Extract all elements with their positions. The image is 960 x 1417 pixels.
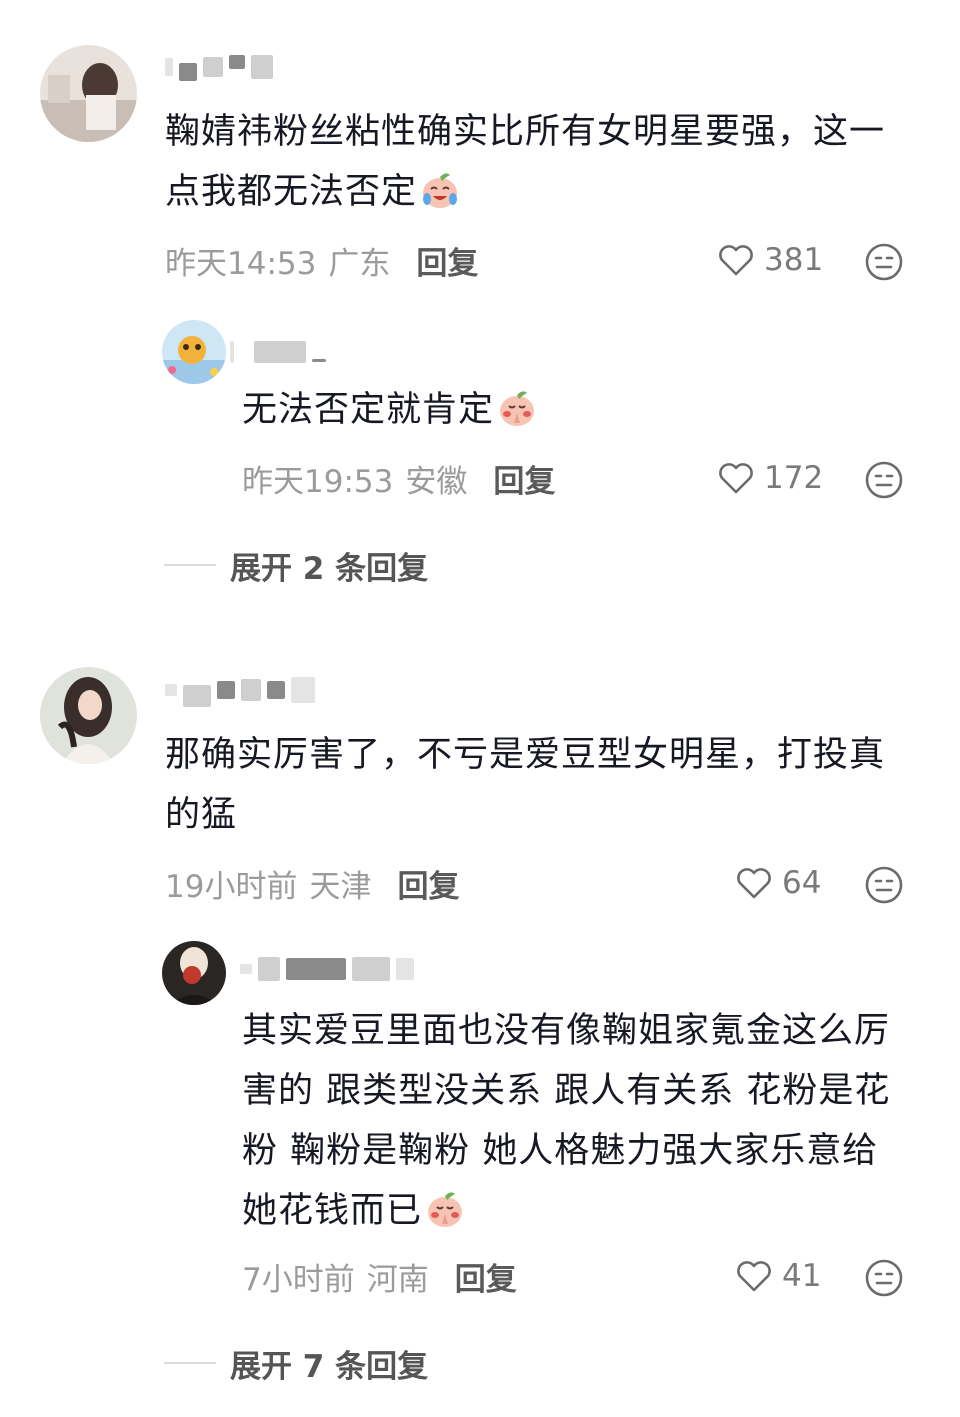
like-button[interactable]: 64 xyxy=(734,863,821,903)
like-button[interactable]: 381 xyxy=(716,240,823,280)
reply-time: 昨天19:53 xyxy=(242,463,394,500)
avatar[interactable] xyxy=(40,667,137,764)
praying-peach-emoji-icon xyxy=(500,391,535,426)
divider-line xyxy=(164,564,216,566)
reply-meta: 7小时前 河南 回复 xyxy=(242,1254,517,1299)
comment-time: 19小时前 xyxy=(165,868,298,905)
reply-text: 其实爱豆里面也没有像鞠姐家氪金这么厉 害的 跟类型没关系 跟人有关系 花粉是花 … xyxy=(242,1001,922,1241)
comment-meta: 昨天14:53 广东 回复 xyxy=(165,238,478,283)
reply-username-blurred[interactable] xyxy=(230,337,326,367)
reply-avatar[interactable] xyxy=(162,941,226,1005)
reply-button[interactable]: 回复 xyxy=(455,1254,517,1299)
comment-location: 天津 xyxy=(309,868,372,905)
reply-button[interactable]: 回复 xyxy=(416,238,478,283)
praying-peach-emoji-icon xyxy=(428,1192,463,1227)
like-button[interactable]: 172 xyxy=(716,458,823,498)
avatar-image xyxy=(40,45,137,142)
heart-outline-icon xyxy=(719,245,753,276)
reply-time: 7小时前 xyxy=(242,1261,355,1298)
reply-text-line: 害的 跟类型没关系 跟人有关系 花粉是花 xyxy=(242,1071,891,1111)
reply-button[interactable]: 回复 xyxy=(397,861,459,906)
like-count: 41 xyxy=(782,1258,822,1294)
neutral-face-icon[interactable] xyxy=(864,1258,904,1298)
avatar-image xyxy=(40,667,137,764)
expand-replies-button[interactable]: 展开 2 条回复 xyxy=(164,545,429,587)
comment-text: 那确实厉害了，不亏是爱豆型女明星，打投真 的猛 xyxy=(165,725,925,845)
heart-outline-icon xyxy=(737,1261,771,1292)
reply-text: 无法否定就肯定 xyxy=(242,380,538,440)
crying-laughing-peach-emoji-icon xyxy=(423,173,458,208)
reply-text-segment: 她花钱而已 xyxy=(242,1191,423,1231)
comment-text-line: 那确实厉害了，不亏是爱豆型女明星，打投真 xyxy=(165,735,886,775)
reply-text-segment: 无法否定就肯定 xyxy=(242,390,495,430)
divider-line xyxy=(164,1362,216,1364)
reply-text-line: 她花钱而已 xyxy=(242,1181,922,1241)
reply-location: 安徽 xyxy=(405,463,468,500)
neutral-face-icon[interactable] xyxy=(864,865,904,905)
neutral-face-icon[interactable] xyxy=(864,460,904,500)
reply-button[interactable]: 回复 xyxy=(493,456,555,501)
avatar-image xyxy=(162,320,226,384)
like-button[interactable]: 41 xyxy=(734,1256,821,1296)
expand-replies-label: 展开 7 条回复 xyxy=(230,1348,429,1385)
expand-replies-button[interactable]: 展开 7 条回复 xyxy=(164,1343,429,1385)
reply-avatar[interactable] xyxy=(162,320,226,384)
username-blurred[interactable] xyxy=(165,52,273,82)
reply-location: 河南 xyxy=(366,1261,429,1298)
comment-text-line: 点我都无法否定 xyxy=(165,162,925,222)
heart-outline-icon xyxy=(719,463,753,494)
reply-username-blurred[interactable] xyxy=(240,954,414,984)
reply-meta: 昨天19:53 安徽 回复 xyxy=(242,456,555,501)
like-count: 381 xyxy=(764,242,824,278)
heart-outline-icon xyxy=(737,868,771,899)
comment-text: 鞠婧祎粉丝粘性确实比所有女明星要强，这一 点我都无法否定 xyxy=(165,102,925,222)
reply-text-line: 其实爱豆里面也没有像鞠姐家氪金这么厉 xyxy=(242,1011,891,1051)
comment-time: 昨天14:53 xyxy=(165,245,317,282)
comment-text-line: 鞠婧祎粉丝粘性确实比所有女明星要强，这一 xyxy=(165,112,886,152)
avatar[interactable] xyxy=(40,45,137,142)
neutral-face-icon[interactable] xyxy=(864,242,904,282)
comment-location: 广东 xyxy=(328,245,391,282)
reply-text-line: 粉 鞠粉是鞠粉 她人格魅力强大家乐意给 xyxy=(242,1131,879,1171)
like-count: 172 xyxy=(764,460,824,496)
comment-text-segment: 点我都无法否定 xyxy=(165,172,418,212)
comment-meta: 19小时前 天津 回复 xyxy=(165,861,459,906)
avatar-image xyxy=(162,941,226,1005)
username-blurred[interactable] xyxy=(165,675,315,707)
expand-replies-label: 展开 2 条回复 xyxy=(230,550,429,587)
like-count: 64 xyxy=(782,865,822,901)
comment-text-line: 的猛 xyxy=(165,795,238,835)
